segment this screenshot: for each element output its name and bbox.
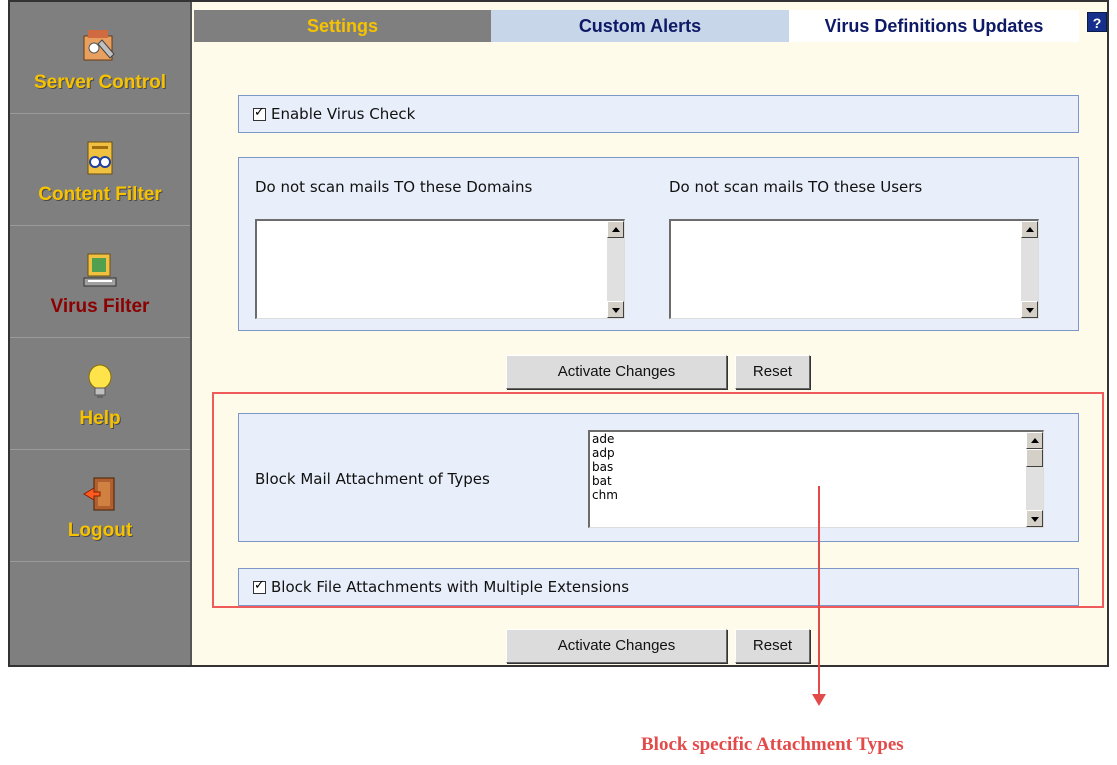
reset-button[interactable]: Reset xyxy=(735,629,810,663)
callout-caption: Block specific Attachment Types xyxy=(641,734,904,755)
tab-virus-definitions-updates[interactable]: Virus Definitions Updates xyxy=(789,10,1079,42)
scroll-down-button[interactable] xyxy=(607,301,624,318)
help-button[interactable]: ? xyxy=(1087,12,1107,32)
tab-custom-alerts[interactable]: Custom Alerts xyxy=(491,10,789,42)
sidebar-item-label: Content Filter xyxy=(38,184,162,205)
sidebar-item-help[interactable]: Help xyxy=(10,338,190,450)
sidebar-item-server-control[interactable]: Server Control xyxy=(10,2,190,114)
sidebar-item-content-filter[interactable]: Content Filter xyxy=(10,114,190,226)
tab-bar: Settings Custom Alerts Virus Definitions… xyxy=(194,2,1109,42)
highlight-box xyxy=(212,392,1104,608)
virus-filter-icon xyxy=(83,253,117,287)
activate-changes-button[interactable]: Activate Changes xyxy=(506,355,727,389)
tab-settings[interactable]: Settings xyxy=(194,10,491,42)
domains-scrollbar[interactable] xyxy=(607,221,624,318)
sidebar: Server Control Content Filter Virus Filt… xyxy=(10,2,192,665)
scroll-up-button[interactable] xyxy=(1021,221,1038,238)
content-filter-icon xyxy=(87,141,113,175)
lightbulb-icon xyxy=(88,364,112,398)
scroll-down-button[interactable] xyxy=(1021,301,1038,318)
domains-label: Do not scan mails TO these Domains xyxy=(255,178,533,196)
enable-virus-check-label: Enable Virus Check xyxy=(271,105,416,123)
users-label: Do not scan mails TO these Users xyxy=(669,178,923,196)
sidebar-item-label: Server Control xyxy=(34,72,166,93)
callout-arrow-icon xyxy=(812,694,826,706)
enable-virus-check-checkbox[interactable] xyxy=(253,105,266,121)
excluded-domains-textarea[interactable] xyxy=(255,219,625,319)
callout-line xyxy=(818,486,820,700)
sidebar-item-logout[interactable]: Logout xyxy=(10,450,190,562)
virus-check-panel: Enable Virus Check xyxy=(238,95,1079,133)
sidebar-item-label: Logout xyxy=(67,520,133,541)
activate-changes-button[interactable]: Activate Changes xyxy=(506,629,727,663)
reset-button[interactable]: Reset xyxy=(735,355,810,389)
users-scrollbar[interactable] xyxy=(1021,221,1038,318)
excluded-users-textarea[interactable] xyxy=(669,219,1039,319)
sidebar-item-label: Virus Filter xyxy=(50,296,150,317)
server-control-icon xyxy=(83,30,115,61)
sidebar-item-virus-filter[interactable]: Virus Filter xyxy=(10,226,190,338)
exclusions-panel: Do not scan mails TO these Domains Do no… xyxy=(238,157,1079,331)
logout-door-icon xyxy=(83,477,115,511)
scroll-up-button[interactable] xyxy=(607,221,624,238)
sidebar-item-label: Help xyxy=(79,408,121,429)
